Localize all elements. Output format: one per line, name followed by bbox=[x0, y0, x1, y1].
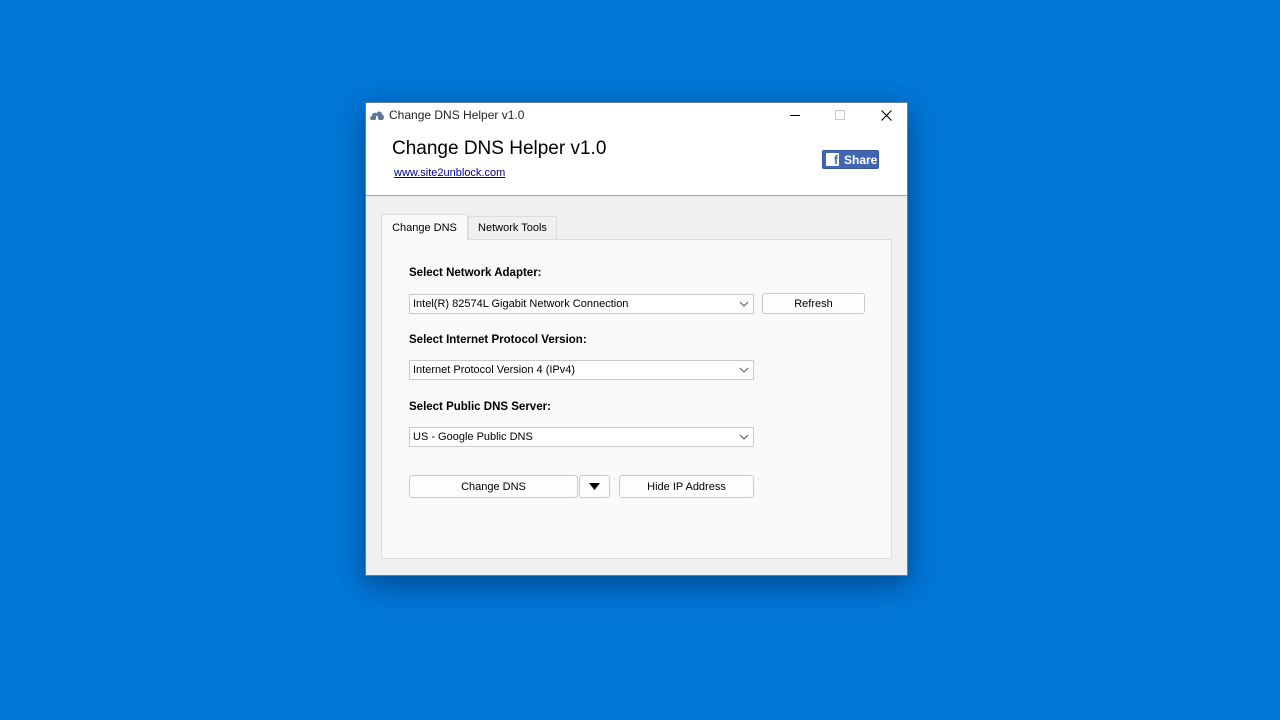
chevron-down-icon bbox=[739, 367, 749, 373]
protocol-label: Select Internet Protocol Version: bbox=[409, 334, 587, 346]
app-title: Change DNS Helper v1.0 bbox=[392, 138, 607, 159]
tab-network-tools[interactable]: Network Tools bbox=[468, 216, 557, 239]
close-icon bbox=[880, 109, 892, 121]
protocol-value: Internet Protocol Version 4 (IPv4) bbox=[413, 364, 576, 376]
minimize-button[interactable] bbox=[772, 103, 818, 127]
change-dns-button[interactable]: Change DNS bbox=[409, 475, 578, 498]
triangle-down-icon bbox=[589, 483, 600, 490]
share-label: Share bbox=[844, 152, 878, 167]
close-button[interactable] bbox=[863, 103, 909, 127]
adapter-label: Select Network Adapter: bbox=[409, 267, 542, 279]
dns-server-label: Select Public DNS Server: bbox=[409, 401, 551, 413]
change-dns-panel: Select Network Adapter: Intel(R) 82574L … bbox=[381, 239, 892, 559]
maximize-button[interactable] bbox=[817, 103, 863, 127]
chevron-down-icon bbox=[739, 301, 749, 307]
app-header: Change DNS Helper v1.0 www.site2unblock.… bbox=[366, 127, 907, 196]
facebook-icon: f bbox=[826, 153, 839, 167]
minimize-icon bbox=[790, 115, 800, 116]
maximize-icon bbox=[835, 110, 845, 120]
website-link[interactable]: www.site2unblock.com bbox=[394, 167, 505, 179]
app-window: Change DNS Helper v1.0 Change DNS Helper… bbox=[365, 102, 908, 576]
adapter-value: Intel(R) 82574L Gigabit Network Connecti… bbox=[413, 298, 629, 310]
cloud-icon bbox=[370, 111, 384, 121]
change-dns-dropdown-button[interactable] bbox=[579, 475, 610, 498]
tab-change-dns[interactable]: Change DNS bbox=[381, 214, 468, 240]
refresh-button[interactable]: Refresh bbox=[762, 293, 865, 314]
window-title: Change DNS Helper v1.0 bbox=[389, 108, 525, 122]
title-bar[interactable]: Change DNS Helper v1.0 bbox=[366, 103, 907, 127]
dns-server-select[interactable]: US - Google Public DNS bbox=[409, 427, 754, 447]
adapter-select[interactable]: Intel(R) 82574L Gigabit Network Connecti… bbox=[409, 294, 754, 314]
dns-server-value: US - Google Public DNS bbox=[413, 431, 533, 443]
protocol-select[interactable]: Internet Protocol Version 4 (IPv4) bbox=[409, 360, 754, 380]
hide-ip-button[interactable]: Hide IP Address bbox=[619, 475, 754, 498]
facebook-share-button[interactable]: f Share bbox=[822, 150, 879, 169]
chevron-down-icon bbox=[739, 434, 749, 440]
